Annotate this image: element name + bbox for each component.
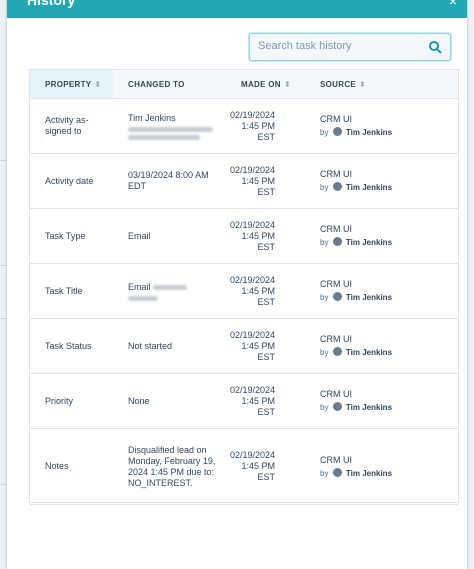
avatar	[332, 402, 342, 411]
column-header-made-on[interactable]: MADE ON ⬍	[226, 70, 305, 99]
avatar	[332, 467, 342, 477]
table-row: Activity as-signed to Tim Jenkins 02/19/…	[30, 98, 458, 154]
redacted-text	[153, 284, 188, 290]
made-on-cell: 02/19/2024 1:45 PM EST	[226, 428, 305, 505]
avatar	[332, 347, 342, 356]
source-user: Tim Jenkins	[345, 293, 393, 302]
history-table: PROPERTY ⬍ CHANGED TO MADE ON ⬍ SOURCE ⬍ Ac…	[29, 69, 459, 505]
changed-to-cell: Email	[113, 263, 226, 319]
redacted-text	[128, 126, 213, 132]
property-cell: Priority	[30, 373, 113, 429]
source-user: Tim Jenkins	[345, 348, 393, 357]
made-on-cell: 02/19/2024 1:45 PM EST	[226, 318, 305, 374]
avatar	[332, 237, 342, 246]
source-cell: CRM UI by Tim Jenkins	[305, 208, 458, 264]
changed-to-cell: 03/19/2024 8:00 AM EDT	[113, 153, 226, 209]
source-cell: CRM UI by Tim Jenkins	[305, 263, 458, 319]
modal-header: History ×	[7, 0, 467, 18]
close-icon[interactable]: ×	[449, 0, 457, 8]
source-user: Tim Jenkins	[345, 468, 393, 478]
modal-title: History	[27, 0, 76, 8]
avatar	[332, 182, 342, 191]
source-user: Tim Jenkins	[345, 238, 393, 247]
source-cell: CRM UI by Tim Jenkins	[305, 318, 458, 374]
changed-to-cell: Not started	[113, 318, 226, 374]
made-on-cell: 02/19/2024 1:45 PM EST	[226, 153, 305, 209]
avatar	[332, 292, 342, 301]
search-box	[249, 33, 451, 61]
table-header-row: PROPERTY ⬍ CHANGED TO MADE ON ⬍ SOURCE ⬍	[30, 70, 458, 99]
table-row: Task Status Not started 02/19/2024 1:45 P…	[30, 318, 458, 374]
property-cell: Task Title	[30, 263, 113, 319]
search-icon[interactable]	[428, 40, 442, 54]
table-row: Task Type Email 02/19/2024 1:45 PM EST CRM…	[30, 208, 458, 264]
redacted-text	[128, 295, 158, 301]
background-right-strip	[467, 0, 474, 569]
sort-icon[interactable]: ⬍	[359, 80, 366, 89]
sort-icon[interactable]: ⬍	[94, 80, 101, 89]
table-row: Notes Disqualified lead on Monday, Febru…	[30, 428, 458, 505]
property-cell: Task Type	[30, 208, 113, 264]
source-cell: CRM UI by Tim Jenkins	[305, 373, 458, 429]
changed-to-cell: Email	[113, 208, 226, 264]
changed-to-cell: Tim Jenkins	[113, 98, 226, 154]
source-cell: CRM UI by Tim Jenkins	[305, 153, 458, 209]
source-user: Tim Jenkins	[345, 183, 393, 192]
background-left-strip	[0, 0, 7, 569]
property-cell: Activity date	[30, 153, 113, 209]
source-cell: CRM UI by Tim Jenkins	[305, 428, 458, 505]
column-header-property[interactable]: PROPERTY ⬍	[30, 70, 113, 99]
source-cell: CRM UI by Tim Jenkins	[305, 98, 458, 154]
changed-to-cell: Disqualified lead on Monday, February 19…	[113, 428, 226, 505]
column-header-source[interactable]: SOURCE ⬍	[305, 70, 458, 99]
property-cell: Notes	[30, 428, 113, 505]
avatar	[332, 127, 342, 136]
source-user: Tim Jenkins	[345, 403, 393, 412]
made-on-cell: 02/19/2024 1:45 PM EST	[226, 98, 305, 154]
property-cell: Task Status	[30, 318, 113, 374]
changed-to-cell: None	[113, 373, 226, 429]
table-row: Task Title Email 02/19/2024 1:45 PM EST CR…	[30, 263, 458, 319]
made-on-cell: 02/19/2024 1:45 PM EST	[226, 373, 305, 429]
sort-icon[interactable]: ⬍	[284, 80, 291, 89]
history-modal: History × PROPERTY⬍ CHANGED TO MADE ON⬍ …	[7, 0, 467, 569]
table-row: Priority None 02/19/2024 1:45 PM EST CRM U…	[30, 373, 458, 429]
table-row: Activity date 03/19/2024 8:00 AM EDT 02/…	[30, 153, 458, 209]
property-cell: Activity as-signed to	[30, 98, 113, 154]
column-header-changed-to: CHANGED TO	[113, 70, 226, 99]
redacted-text	[128, 134, 200, 140]
source-user: Tim Jenkins	[345, 128, 393, 137]
made-on-cell: 02/19/2024 1:45 PM EST	[226, 208, 305, 264]
made-on-cell: 02/19/2024 1:45 PM EST	[226, 263, 305, 319]
search-input[interactable]	[250, 34, 428, 58]
